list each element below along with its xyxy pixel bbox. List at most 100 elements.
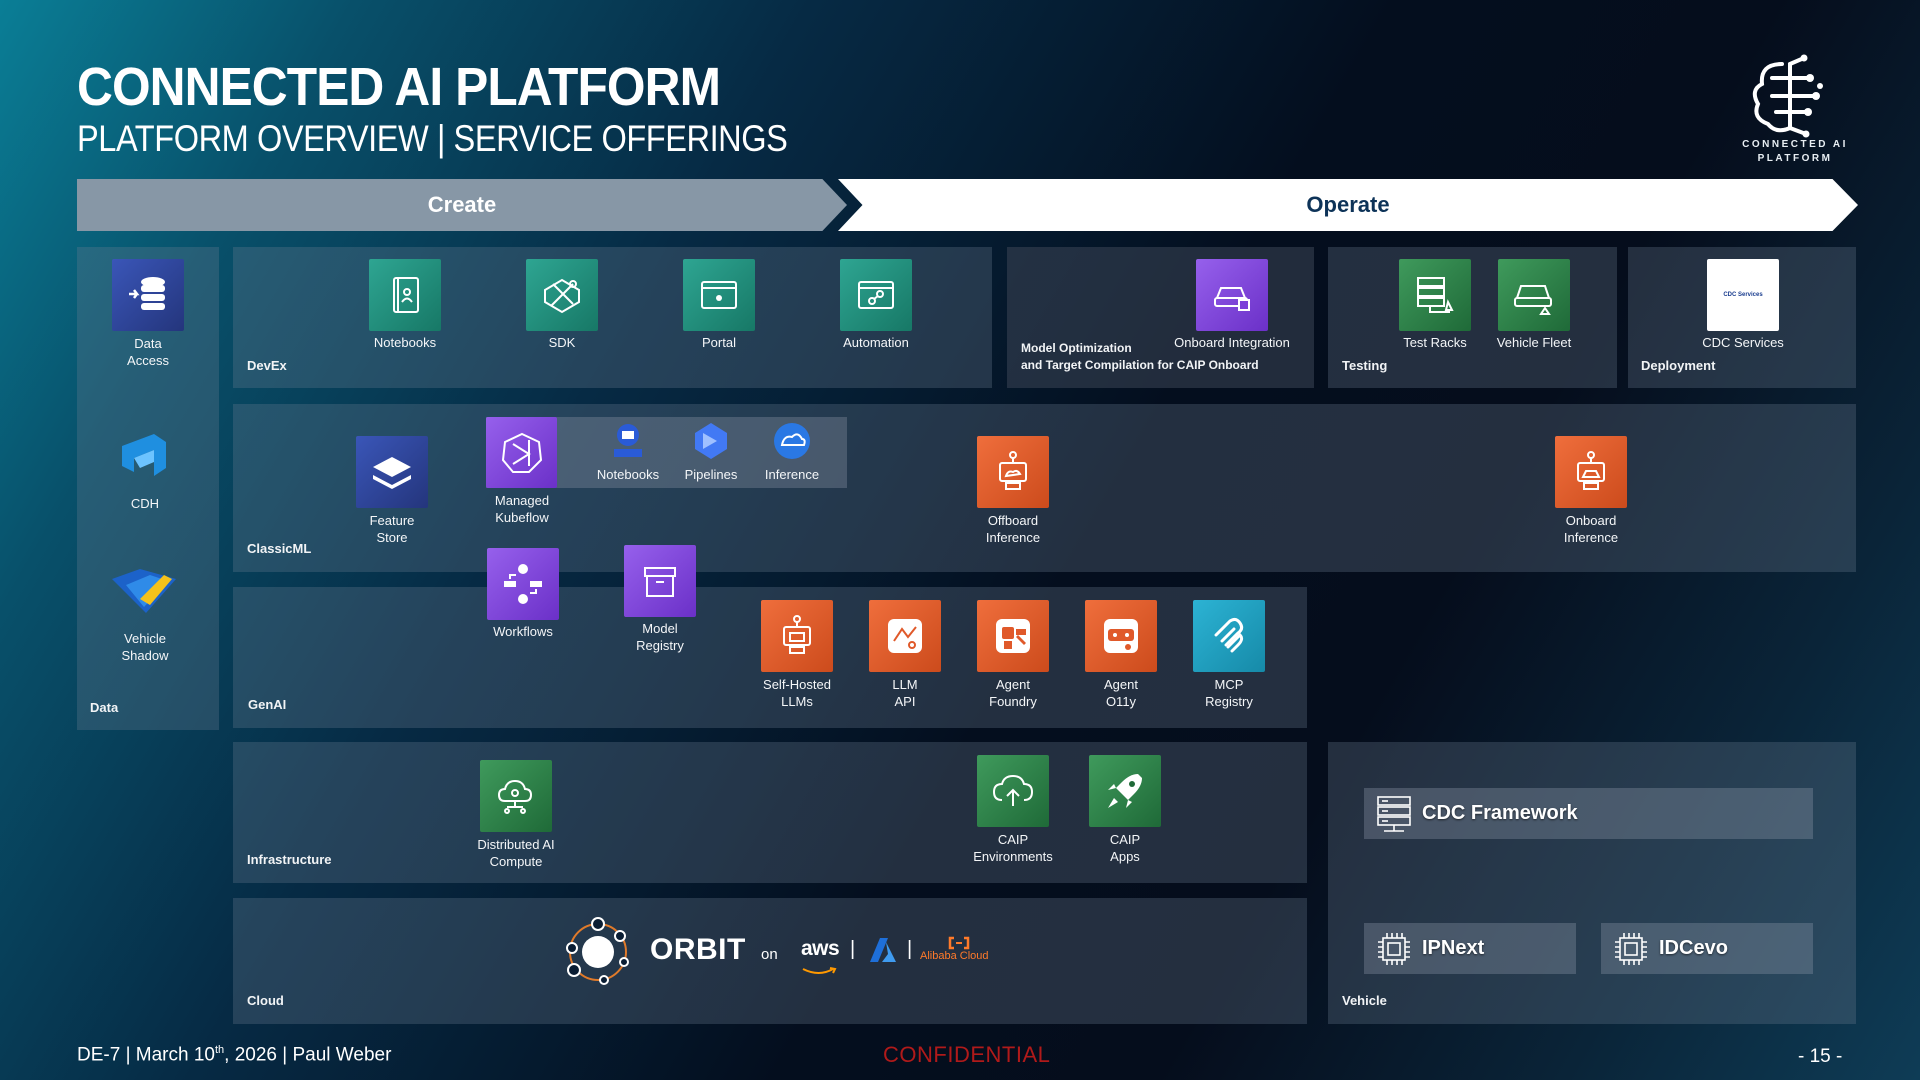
offboard-inference-label: Offboard Inference: [985, 513, 1041, 545]
section-label-infrastructure: Infrastructure: [247, 852, 332, 867]
cloud-network-icon: [497, 779, 533, 814]
portal-tile[interactable]: [683, 259, 755, 331]
mcp-registry-tile[interactable]: [1193, 600, 1265, 672]
chat-sparkle-icon: [888, 619, 922, 653]
azure-logo-icon: [868, 936, 898, 964]
server-rack-icon: [1417, 277, 1454, 313]
rocket-icon: [1108, 774, 1142, 808]
ipnext-bar[interactable]: IPNext: [1364, 923, 1576, 974]
orbit-wordmark: ORBIT: [650, 933, 746, 966]
vehicle-shadow-logo-icon[interactable]: [110, 565, 180, 615]
offboard-inference-tile[interactable]: [977, 436, 1049, 508]
logo-text-line1: CONNECTED AI: [1742, 139, 1848, 150]
caip-apps-label: CAIP Apps: [1109, 832, 1141, 864]
workflows-label: Workflows: [493, 624, 553, 639]
cdc-framework-label: CDC Framework: [1422, 802, 1578, 824]
section-label-vehicle: Vehicle: [1342, 993, 1387, 1008]
devex-notebooks-label: Notebooks: [373, 335, 437, 350]
kubeflow-notebooks-icon[interactable]: [608, 421, 648, 461]
data-access-tile[interactable]: [112, 259, 184, 331]
agent-o11y-tile[interactable]: [1085, 600, 1157, 672]
automation-tile[interactable]: [840, 259, 912, 331]
section-label-devex: DevEx: [247, 358, 287, 373]
cdc-services-tile-text: CDC Services: [1723, 292, 1763, 298]
confidential-label: CONFIDENTIAL: [883, 1042, 1051, 1067]
cdh-logo-icon[interactable]: [114, 428, 174, 484]
cloud-upload-icon: [992, 774, 1034, 806]
section-label-deployment: Deployment: [1641, 358, 1716, 373]
idcevo-bar[interactable]: IDCevo: [1601, 923, 1813, 974]
vehicle-fleet-tile[interactable]: [1498, 259, 1570, 331]
section-label-genai: GenAI: [248, 697, 287, 712]
robot-car-icon: [1577, 451, 1605, 490]
logo-text-line2: PLATFORM: [1757, 153, 1833, 164]
onboard-integration-label: Onboard Integration: [1174, 335, 1290, 350]
section-label-testing: Testing: [1342, 358, 1388, 373]
distributed-ai-compute-tile[interactable]: [480, 760, 552, 832]
feature-store-label: Feature Store: [369, 513, 415, 545]
cdc-framework-bar[interactable]: CDC Framework: [1364, 788, 1813, 839]
aws-smile-icon: [801, 962, 837, 974]
onboard-inference-label: Onboard Inference: [1563, 513, 1619, 545]
robot-hammer-icon: [996, 619, 1030, 653]
onboard-integration-tile[interactable]: [1196, 259, 1268, 331]
sdk-label: SDK: [548, 335, 576, 350]
feature-store-tile[interactable]: [356, 436, 428, 508]
mcp-link-icon: [1214, 617, 1244, 653]
distributed-ai-compute-label: Distributed AI Compute: [477, 837, 555, 869]
portal-label: Portal: [702, 335, 736, 350]
caip-environments-tile[interactable]: [977, 755, 1049, 827]
page-title: CONNECTED AI PLATFORM: [77, 57, 721, 117]
alibaba-cloud-label: Alibaba Cloud: [920, 950, 989, 962]
section-label-data: Data: [90, 700, 119, 715]
car-chip-icon: [1214, 287, 1250, 311]
chip-icon: [1615, 932, 1647, 965]
robot-cloud-icon: [999, 451, 1027, 490]
caip-apps-tile[interactable]: [1089, 755, 1161, 827]
separator-2: |: [907, 938, 913, 960]
test-racks-tile[interactable]: [1399, 259, 1471, 331]
managed-kubeflow-label: Managed Kubeflow: [494, 493, 550, 525]
connected-ai-logo: CONNECTED AI PLATFORM: [1720, 54, 1870, 164]
automation-label: Automation: [843, 335, 909, 350]
workflows-tile[interactable]: [487, 548, 559, 620]
sdk-tile[interactable]: [526, 259, 598, 331]
cdh-label: CDH: [130, 496, 160, 511]
layers-icon: [373, 457, 411, 489]
managed-kubeflow-tile[interactable]: [486, 417, 557, 488]
mcp-registry-label: MCP Registry: [1205, 677, 1253, 709]
aws-logo-text: aws: [801, 937, 840, 960]
robot-server-icon: [783, 615, 811, 654]
operate-phase-arrow: Operate: [838, 179, 1858, 231]
vehicle-fleet-icon: [1514, 285, 1552, 315]
robot-observability-icon: [1104, 619, 1138, 653]
kubeflow-logo-icon: [501, 432, 542, 473]
ipnext-label: IPNext: [1422, 937, 1485, 959]
data-access-label: Data Access: [127, 336, 169, 368]
model-registry-tile[interactable]: [624, 545, 696, 617]
circuit-brain-icon: [1752, 54, 1823, 138]
llm-api-tile[interactable]: [869, 600, 941, 672]
vehicle-panel: [1328, 742, 1856, 1024]
self-hosted-llms-tile[interactable]: [761, 600, 833, 672]
on-text: on: [761, 946, 778, 963]
browser-window-icon: [701, 281, 737, 309]
vehicle-fleet-label: Vehicle Fleet: [1496, 335, 1572, 350]
separator-1: |: [850, 938, 856, 960]
automation-workflow-icon: [858, 281, 894, 309]
devex-notebooks-tile[interactable]: [369, 259, 441, 331]
tools-icon: [544, 278, 580, 314]
alibaba-cloud-icon: [948, 936, 970, 950]
notebook-icon: [393, 277, 419, 313]
chip-icon: [1378, 932, 1410, 965]
kubeflow-inference-icon[interactable]: [772, 421, 812, 461]
cdc-services-tile[interactable]: CDC Services: [1707, 259, 1779, 331]
model-registry-label: Model Registry: [636, 621, 684, 653]
onboard-inference-tile[interactable]: [1555, 436, 1627, 508]
kubeflow-pipelines-icon[interactable]: [691, 421, 731, 461]
agent-foundry-tile[interactable]: [977, 600, 1049, 672]
kubeflow-inference-label: Inference: [764, 467, 820, 482]
orbit-logo-icon: [558, 912, 638, 992]
archive-box-icon: [644, 567, 676, 597]
server-stack-icon: [1377, 795, 1411, 832]
